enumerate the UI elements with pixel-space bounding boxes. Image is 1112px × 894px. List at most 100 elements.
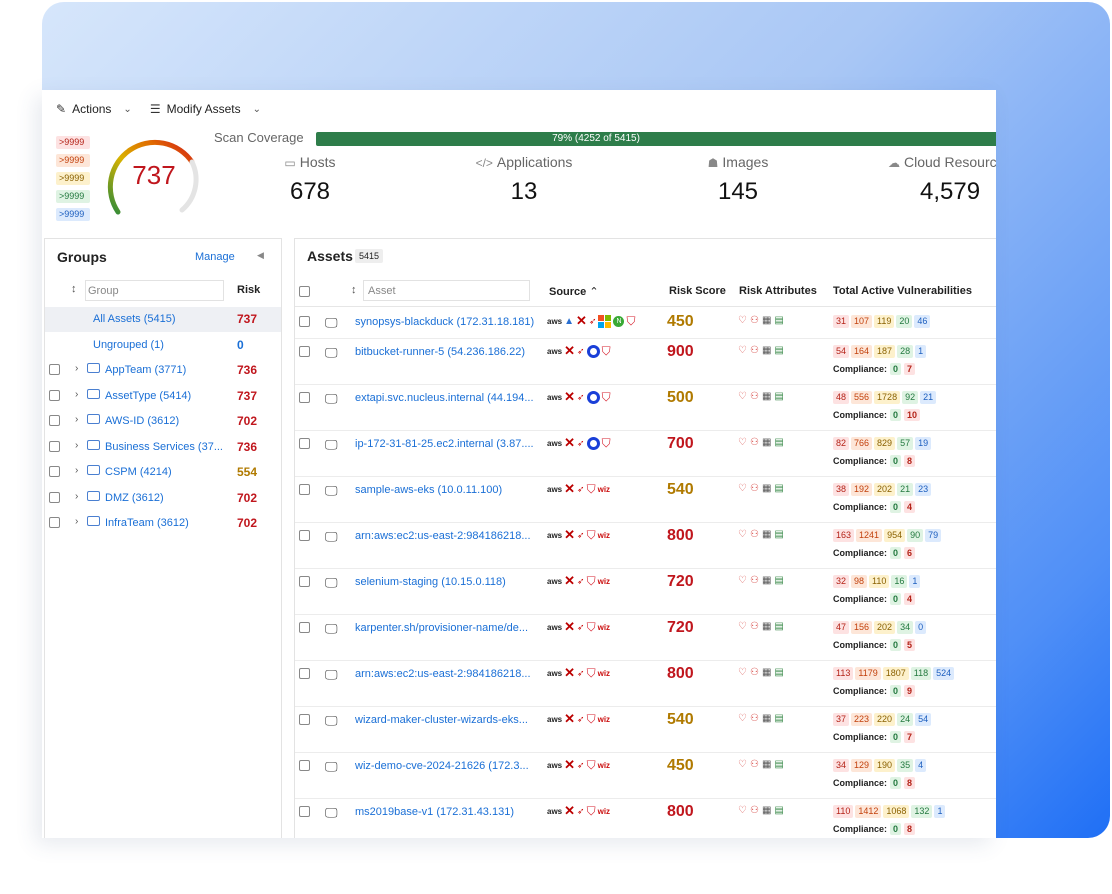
compliance-pass-badge[interactable]: 0 — [890, 455, 902, 467]
asset-link[interactable]: karpenter.sh/provisioner-name/de... — [355, 622, 535, 634]
compliance-pass-badge[interactable]: 0 — [890, 777, 902, 789]
vuln-count-badge[interactable]: 1241 — [856, 529, 883, 542]
risk-attributes-column-header[interactable]: Risk Attributes — [739, 285, 817, 297]
vuln-count-badge[interactable]: 32 — [833, 575, 850, 588]
compliance-pass-badge[interactable]: 0 — [890, 639, 902, 651]
table-row[interactable]: 🖵 wiz-demo-cve-2024-21626 (172.3... aws ✕ ➶ ⛉… — [295, 753, 996, 799]
manage-groups-link[interactable]: Manage — [195, 251, 235, 263]
asset-link[interactable]: arn:aws:ec2:us-east-2:984186218... — [355, 668, 535, 680]
compliance-fail-badge[interactable]: 8 — [904, 823, 916, 835]
chevron-down-icon[interactable]: ⌄ — [253, 104, 261, 115]
vuln-count-badge[interactable]: 19 — [915, 437, 932, 450]
asset-link[interactable]: ms2019base-v1 (172.31.43.131) — [355, 806, 535, 818]
chevron-right-icon[interactable]: › — [75, 389, 78, 400]
vuln-count-badge[interactable]: 524 — [933, 667, 955, 680]
vuln-count-badge[interactable]: 54 — [833, 345, 850, 358]
vuln-count-badge[interactable]: 54 — [915, 713, 932, 726]
vuln-count-badge[interactable]: 0 — [915, 621, 927, 634]
stat-cloud-resources[interactable]: ☁ Cloud Resources 4,579 — [854, 154, 996, 206]
vuln-count-badge[interactable]: 129 — [851, 759, 873, 772]
table-row[interactable]: 🖵 synopsys-blackduck (172.31.18.181) aws ▲ ✕… — [295, 309, 996, 339]
group-name[interactable]: All Assets (5415) — [93, 313, 176, 325]
group-checkbox[interactable] — [49, 491, 60, 503]
table-row[interactable]: 🖵 ip-172-31-81-25.ec2.internal (3.87.... a… — [295, 431, 996, 477]
compliance-fail-badge[interactable]: 7 — [904, 363, 916, 375]
vuln-count-badge[interactable]: 1179 — [855, 667, 881, 680]
vuln-count-badge[interactable]: 47 — [833, 621, 850, 634]
asset-link[interactable]: wiz-demo-cve-2024-21626 (172.3... — [355, 760, 535, 772]
compliance-pass-badge[interactable]: 0 — [890, 409, 902, 421]
group-name[interactable]: DMZ (3612) — [105, 492, 164, 504]
group-checkbox[interactable] — [49, 389, 60, 401]
vuln-count-badge[interactable]: 31 — [833, 315, 850, 328]
chevron-right-icon[interactable]: › — [75, 516, 78, 527]
compliance-pass-badge[interactable]: 0 — [890, 363, 902, 375]
vuln-count-badge[interactable]: 4 — [915, 759, 927, 772]
compliance-fail-badge[interactable]: 7 — [904, 731, 916, 743]
vuln-count-badge[interactable]: 163 — [833, 529, 855, 542]
stat-hosts[interactable]: ▭ Hosts 678 — [210, 154, 410, 206]
group-row[interactable]: Ungrouped (1) 0 — [45, 333, 281, 358]
group-row[interactable]: All Assets (5415) 737 — [45, 307, 281, 332]
vuln-count-badge[interactable]: 164 — [851, 345, 873, 358]
table-row[interactable]: 🖵 sample-aws-eks (10.0.11.100) aws ✕ ➶ ⛉ wiz 54… — [295, 477, 996, 523]
table-row[interactable]: 🖵 arn:aws:ec2:us-east-2:984186218... aws ✕ ➶… — [295, 523, 996, 569]
vuln-count-badge[interactable]: 223 — [851, 713, 873, 726]
vuln-count-badge[interactable]: 23 — [915, 483, 932, 496]
table-row[interactable]: 🖵 ms2019base-v1 (172.31.43.131) aws ✕ ➶ ⛉ wiz 8… — [295, 799, 996, 838]
group-row[interactable]: › InfraTeam (3612) 702 — [45, 511, 281, 536]
group-row[interactable]: › Business Services (37... 736 — [45, 435, 281, 460]
actions-button[interactable]: ✎ Actions — [56, 90, 111, 128]
asset-link[interactable]: arn:aws:ec2:us-east-2:984186218... — [355, 530, 535, 542]
vuln-count-badge[interactable]: 1412 — [855, 805, 882, 818]
compliance-fail-badge[interactable]: 4 — [904, 593, 916, 605]
vuln-count-badge[interactable]: 1728 — [874, 391, 901, 404]
vuln-count-badge[interactable]: 57 — [897, 437, 914, 450]
vuln-count-badge[interactable]: 829 — [874, 437, 896, 450]
sort-icon[interactable]: ↕ — [351, 284, 357, 296]
row-checkbox[interactable] — [299, 622, 310, 633]
vuln-count-badge[interactable]: 954 — [884, 529, 906, 542]
group-name[interactable]: AppTeam (3771) — [105, 364, 186, 376]
row-checkbox[interactable] — [299, 530, 310, 541]
compliance-pass-badge[interactable]: 0 — [890, 547, 902, 559]
chevron-right-icon[interactable]: › — [75, 363, 78, 374]
group-checkbox[interactable] — [49, 364, 60, 375]
vuln-count-badge[interactable]: 82 — [833, 437, 850, 450]
vuln-count-badge[interactable]: 202 — [874, 483, 896, 496]
risk-column-header[interactable]: Risk — [237, 284, 260, 296]
vuln-count-badge[interactable]: 38 — [833, 483, 850, 496]
collapse-panel-icon[interactable]: ◀ — [257, 250, 264, 261]
group-name[interactable]: InfraTeam (3612) — [105, 517, 189, 529]
row-checkbox[interactable] — [299, 668, 310, 679]
compliance-fail-badge[interactable]: 6 — [904, 547, 916, 559]
vuln-count-badge[interactable]: 220 — [874, 713, 896, 726]
asset-link[interactable]: extapi.svc.nucleus.internal (44.194... — [355, 392, 535, 404]
sort-icon[interactable]: ↕ — [71, 283, 77, 295]
compliance-pass-badge[interactable]: 0 — [890, 731, 902, 743]
row-checkbox[interactable] — [299, 806, 310, 817]
vuln-count-badge[interactable]: 92 — [902, 391, 919, 404]
compliance-pass-badge[interactable]: 0 — [890, 501, 902, 513]
vuln-count-badge[interactable]: 202 — [874, 621, 896, 634]
vuln-count-badge[interactable]: 1 — [909, 575, 921, 588]
table-row[interactable]: 🖵 bitbucket-runner-5 (54.236.186.22) aws ✕ ➶… — [295, 339, 996, 385]
vuln-count-badge[interactable]: 118 — [910, 667, 932, 680]
table-row[interactable]: 🖵 extapi.svc.nucleus.internal (44.194... a… — [295, 385, 996, 431]
vuln-count-badge[interactable]: 21 — [897, 483, 914, 496]
asset-search-input[interactable]: Asset — [363, 280, 530, 301]
vuln-count-badge[interactable]: 1 — [915, 345, 927, 358]
compliance-fail-badge[interactable]: 10 — [904, 409, 921, 421]
group-row[interactable]: › DMZ (3612) 702 — [45, 486, 281, 511]
row-checkbox[interactable] — [299, 714, 310, 725]
vuln-count-badge[interactable]: 766 — [851, 437, 873, 450]
compliance-fail-badge[interactable]: 9 — [904, 685, 916, 697]
vuln-count-badge[interactable]: 110 — [869, 575, 890, 588]
asset-link[interactable]: synopsys-blackduck (172.31.18.181) — [355, 316, 535, 328]
chevron-right-icon[interactable]: › — [75, 491, 78, 502]
group-name[interactable]: Business Services (37... — [105, 441, 223, 453]
group-row[interactable]: › AWS-ID (3612) 702 — [45, 409, 281, 434]
table-row[interactable]: 🖵 wizard-maker-cluster-wizards-eks... aws ✕… — [295, 707, 996, 753]
group-checkbox[interactable] — [49, 440, 60, 452]
vuln-count-badge[interactable]: 34 — [897, 621, 914, 634]
